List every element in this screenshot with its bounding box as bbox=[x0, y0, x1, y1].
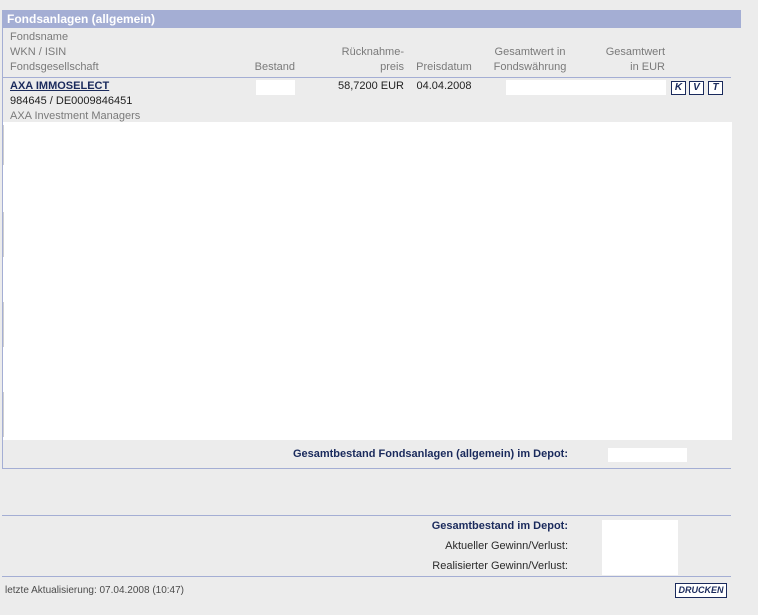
content-area bbox=[3, 122, 732, 440]
header-fund: Fondsname WKN / ISIN Fondsgesellschaft bbox=[10, 30, 99, 75]
edge-mark bbox=[3, 392, 4, 437]
header-total-eur: Gesamtwert in EUR bbox=[580, 45, 665, 75]
total-value-box bbox=[506, 80, 666, 95]
current-gain-label: Aktueller Gewinn/Verlust: bbox=[445, 540, 568, 552]
header-total-eur-line1: Gesamtwert bbox=[605, 46, 665, 58]
transfer-t-button[interactable]: T bbox=[708, 81, 723, 95]
realized-gain-label: Realisierter Gewinn/Verlust: bbox=[432, 560, 568, 572]
edge-mark bbox=[3, 212, 4, 257]
last-update-text: letzte Aktualisierung: 07.04.2008 (10:47… bbox=[5, 585, 185, 596]
header-price-date: Preisdatum bbox=[416, 61, 472, 73]
edge-mark bbox=[3, 302, 4, 347]
summary-divider bbox=[2, 515, 731, 516]
header-price: Rücknahme- preis bbox=[300, 45, 404, 75]
price-value: 58,7200 EUR bbox=[337, 80, 404, 92]
price-date-value: 04.04.2008 bbox=[416, 80, 472, 92]
depot-total-label: Gesamtbestand im Depot: bbox=[431, 520, 568, 532]
fund-name-link[interactable]: AXA IMMOSELECT bbox=[10, 79, 109, 93]
header-total-eur-line2: in EUR bbox=[630, 61, 665, 73]
bestand-value bbox=[256, 80, 295, 95]
buy-k-button[interactable]: K bbox=[671, 81, 686, 95]
header-total-fund-line2: Fondswährung bbox=[493, 61, 567, 73]
sell-v-button[interactable]: V bbox=[689, 81, 704, 95]
header-price-line2: preis bbox=[380, 61, 404, 73]
header-total-fund-currency: Gesamtwert in Fondswährung bbox=[484, 45, 576, 75]
header-wkn-isin: WKN / ISIN bbox=[10, 46, 67, 58]
header-bestand: Bestand bbox=[254, 61, 295, 73]
header-fund-company: Fondsgesellschaft bbox=[10, 61, 99, 73]
header-fund-name: Fondsname bbox=[10, 31, 69, 43]
subtotal-value bbox=[608, 448, 687, 462]
header-price-line1: Rücknahme- bbox=[341, 46, 404, 58]
print-button[interactable]: DRUCKEN bbox=[675, 583, 727, 598]
subtotal-label: Gesamtbestand Fondsanlagen (allgemein) i… bbox=[292, 448, 568, 460]
section-title: Fondsanlagen (allgemein) bbox=[2, 10, 741, 28]
fund-company: AXA Investment Managers bbox=[10, 110, 141, 122]
footer-divider bbox=[2, 576, 731, 577]
header-divider bbox=[2, 77, 731, 78]
edge-mark bbox=[3, 125, 4, 165]
header-total-fund-line1: Gesamtwert in bbox=[494, 46, 566, 58]
summary-values-box bbox=[602, 520, 678, 575]
fund-codes: 984645 / DE0009846451 bbox=[10, 95, 133, 107]
